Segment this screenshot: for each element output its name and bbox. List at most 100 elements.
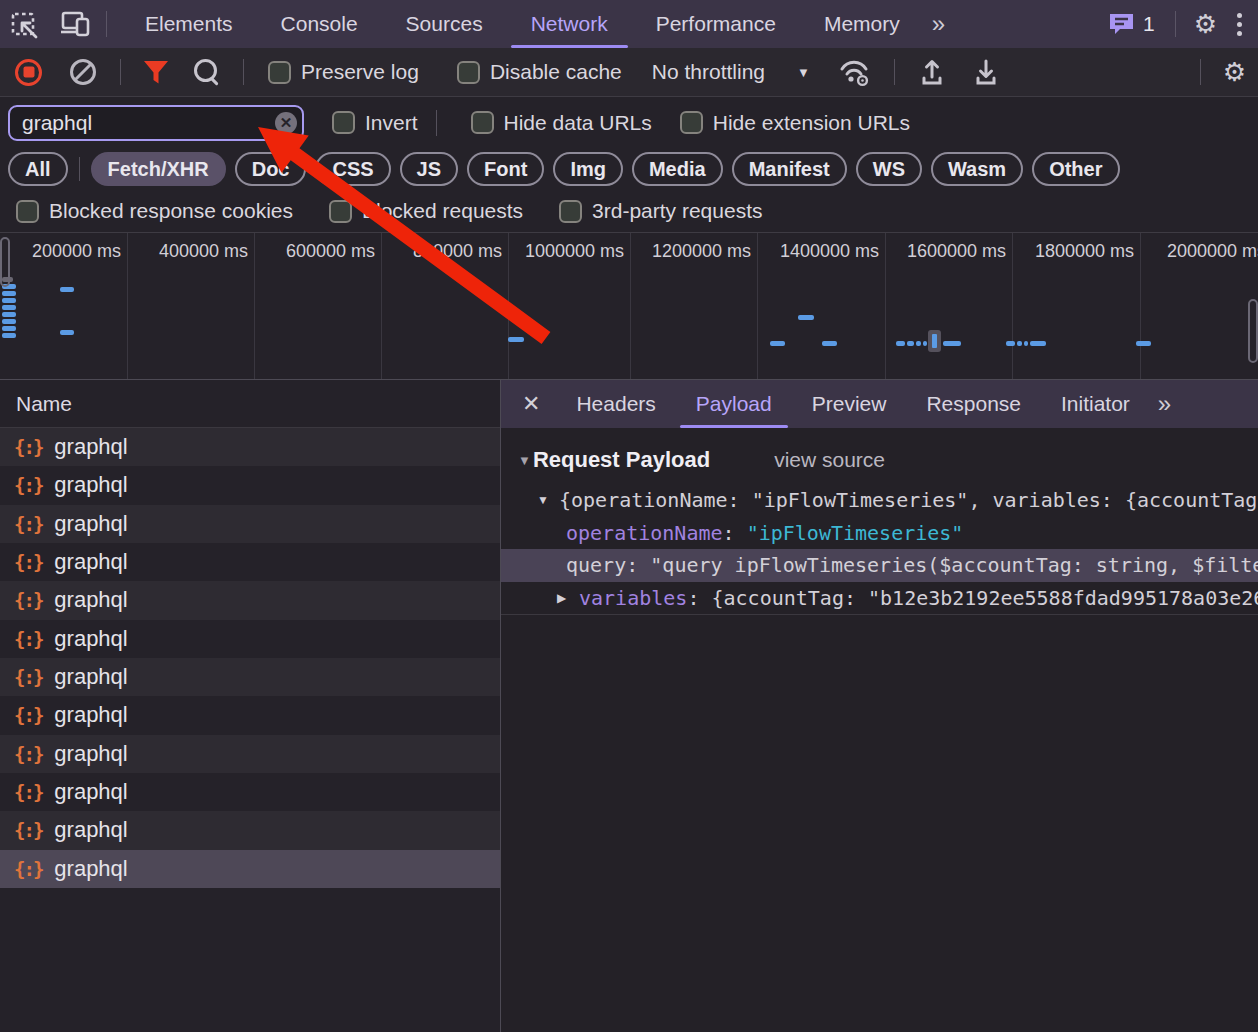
tab-network[interactable]: Network [507, 0, 632, 48]
record-network-log-icon[interactable] [15, 59, 42, 86]
request-timeline-bar [770, 341, 785, 346]
detail-tab-bar: ✕ HeadersPayloadPreviewResponseInitiator… [501, 380, 1258, 428]
detail-tab-headers[interactable]: Headers [556, 380, 675, 428]
invert-checkbox-row: Invert [332, 111, 418, 135]
divider [243, 59, 244, 85]
throttling-select[interactable]: No throttling ▼ [652, 60, 810, 84]
request-name: graphql [54, 587, 127, 613]
3rd-party-requests-label: 3rd-party requests [592, 199, 762, 223]
blocked-response-cookies-checkbox[interactable] [16, 200, 39, 223]
json-request-icon: {:} [14, 666, 42, 688]
timeline-left-handle[interactable] [0, 237, 10, 287]
request-row[interactable]: {:}graphql [0, 773, 500, 811]
filter-input[interactable]: graphql ✕ [8, 105, 304, 141]
blocked-requests-checkbox[interactable] [329, 200, 352, 223]
request-row[interactable]: {:}graphql [0, 696, 500, 734]
request-timeline-bar [798, 315, 814, 320]
clear-filter-icon[interactable]: ✕ [275, 112, 297, 134]
json-request-icon: {:} [14, 628, 42, 650]
tab-memory[interactable]: Memory [800, 0, 924, 48]
timeline-right-handle[interactable] [1248, 299, 1258, 363]
invert-checkbox[interactable] [332, 111, 355, 134]
network-settings-gear-icon[interactable]: ⚙ [1223, 59, 1246, 85]
payload-line[interactable]: operationName: "ipFlowTimeseries" [501, 516, 1258, 549]
device-toolbar-icon[interactable] [60, 9, 90, 39]
filter-type-all[interactable]: All [8, 152, 68, 186]
request-row[interactable]: {:}graphql [0, 658, 500, 696]
filter-type-css[interactable]: CSS [315, 152, 390, 186]
close-detail-icon[interactable]: ✕ [501, 391, 556, 417]
preserve-log-checkbox-row: Preserve log [268, 60, 419, 84]
payload-line[interactable]: ▶variables: {accountTag: "b12e3b2192ee55… [501, 581, 1258, 614]
filter-type-font[interactable]: Font [467, 152, 544, 186]
filter-type-doc[interactable]: Doc [235, 152, 307, 186]
export-har-icon[interactable] [971, 57, 1001, 87]
more-panels-icon[interactable]: » [924, 10, 950, 38]
detail-tab-preview[interactable]: Preview [792, 380, 907, 428]
hide-data-urls-checkbox[interactable] [471, 111, 494, 134]
disable-cache-checkbox[interactable] [457, 61, 480, 84]
payload-line[interactable]: query: "query ipFlowTimeseries($accountT… [501, 549, 1258, 582]
tab-elements[interactable]: Elements [121, 0, 257, 48]
request-row[interactable]: {:}graphql [0, 735, 500, 773]
request-row[interactable]: {:} graphql [0, 620, 500, 658]
expanded-triangle-icon[interactable]: ▼ [537, 493, 549, 507]
timeline-label: 400000 ms [159, 241, 248, 262]
request-row[interactable]: {:}graphql [0, 505, 500, 543]
disable-cache-checkbox-row: Disable cache [457, 60, 622, 84]
request-payload-header[interactable]: ▼ Request Payload view source [501, 447, 885, 473]
request-row[interactable]: {:}graphql [0, 811, 500, 849]
collapsed-triangle-icon[interactable]: ▶ [557, 591, 566, 605]
tab-console[interactable]: Console [257, 0, 382, 48]
network-overview-timeline[interactable]: 200000 ms400000 ms600000 ms800000 ms1000… [0, 233, 1258, 380]
tab-sources[interactable]: Sources [382, 0, 507, 48]
filter-type-manifest[interactable]: Manifest [732, 152, 847, 186]
detail-tab-initiator[interactable]: Initiator [1041, 380, 1150, 428]
filter-type-other[interactable]: Other [1032, 152, 1119, 186]
preserve-log-checkbox[interactable] [268, 61, 291, 84]
detail-tab-response[interactable]: Response [906, 380, 1041, 428]
request-timeline-bar [916, 341, 921, 346]
search-network-icon[interactable] [193, 58, 221, 86]
timeline-label: 2000000 ms [1167, 241, 1258, 262]
request-name: graphql [54, 626, 127, 652]
request-row[interactable]: {:}graphql [0, 581, 500, 619]
json-request-icon: {:} [14, 474, 42, 496]
devtools-tab-bar: ElementsConsoleSourcesNetworkPerformance… [0, 0, 1258, 48]
hide-data-urls-label: Hide data URLs [504, 111, 652, 135]
filter-type-fetch-xhr[interactable]: Fetch/XHR [91, 152, 226, 186]
timeline-gridline [630, 233, 631, 379]
name-column-header[interactable]: Name [0, 380, 500, 428]
issues-count: 1 [1143, 12, 1155, 36]
timeline-label: 1400000 ms [780, 241, 879, 262]
import-har-icon[interactable] [917, 57, 947, 87]
collapse-triangle-icon[interactable]: ▼ [518, 453, 531, 468]
view-source-link[interactable]: view source [774, 448, 885, 472]
timeline-gridline [1140, 233, 1141, 379]
more-detail-tabs-icon[interactable]: » [1150, 390, 1176, 418]
network-conditions-icon[interactable] [838, 57, 872, 87]
menu-kebab-icon[interactable] [1237, 13, 1242, 36]
request-name: graphql [54, 434, 127, 460]
request-row[interactable]: {:}graphql [0, 428, 500, 466]
filter-funnel-icon[interactable] [143, 60, 169, 85]
inspect-element-icon[interactable] [10, 9, 40, 39]
filter-type-img[interactable]: Img [553, 152, 623, 186]
settings-gear-icon[interactable]: ⚙ [1194, 11, 1217, 37]
filter-type-js[interactable]: JS [400, 152, 458, 186]
request-row[interactable]: {:}graphql [0, 543, 500, 581]
request-row[interactable]: {:}graphql [0, 466, 500, 504]
3rd-party-requests-checkbox[interactable] [559, 200, 582, 223]
clear-network-log-icon[interactable] [70, 59, 96, 85]
issues-badge[interactable]: 1 [1108, 12, 1155, 36]
detail-tab-payload[interactable]: Payload [676, 380, 792, 428]
request-timeline-bar [1030, 341, 1046, 346]
filter-type-media[interactable]: Media [632, 152, 723, 186]
filter-type-ws[interactable]: WS [856, 152, 922, 186]
hide-extension-urls-checkbox[interactable] [680, 111, 703, 134]
request-row[interactable]: {:}graphql [0, 850, 500, 888]
filter-type-wasm[interactable]: Wasm [931, 152, 1023, 186]
tab-performance[interactable]: Performance [632, 0, 800, 48]
blocked-response-cookies-label: Blocked response cookies [49, 199, 293, 223]
payload-line[interactable]: ▼{operationName: "ipFlowTimeseries", var… [501, 484, 1258, 517]
